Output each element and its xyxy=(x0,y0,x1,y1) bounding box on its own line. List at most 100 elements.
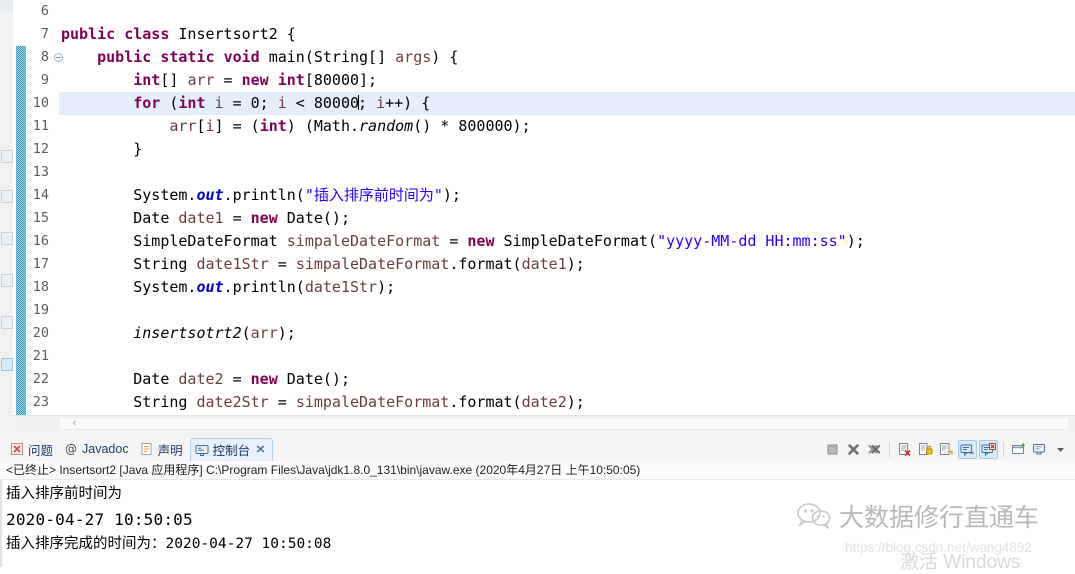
editor-hscroll-left-arrow[interactable]: ‹ xyxy=(68,417,81,430)
code-line[interactable]: public static void main(String[] args) { xyxy=(59,46,1075,69)
code-token: new xyxy=(250,209,287,227)
code-token: ++) { xyxy=(385,94,431,112)
code-token: insertsotrt2 xyxy=(133,324,242,342)
word-wrap-button[interactable] xyxy=(937,440,956,459)
code-line[interactable]: Date date1 = new Date(); xyxy=(59,207,1075,230)
code-line[interactable]: } xyxy=(59,138,1075,161)
code-token: public xyxy=(97,48,161,66)
code-line[interactable] xyxy=(59,345,1075,368)
code-line[interactable]: System.out.println(date1Str); xyxy=(59,276,1075,299)
bottom-tab-4[interactable]: 控制台 ✕ xyxy=(189,437,274,461)
code-line[interactable]: arr[i] = (int) (Math.random() * 800000); xyxy=(59,115,1075,138)
line-number: 23 xyxy=(32,394,49,410)
tab-close-icon[interactable]: ✕ xyxy=(256,443,266,456)
line-number: 13 xyxy=(32,164,49,180)
code-line[interactable]: String date1Str = simpaleDateFormat.form… xyxy=(59,253,1075,276)
left-stub-tab-1[interactable] xyxy=(1,150,13,163)
console-icon xyxy=(195,444,209,456)
display-selected-console-button[interactable] xyxy=(1030,440,1049,459)
line-number: 20 xyxy=(32,325,49,341)
code-token: "插入排序前时间为" xyxy=(304,186,443,204)
bottom-tab-3[interactable]: 声明 xyxy=(136,438,190,460)
code-token: int xyxy=(277,71,305,89)
code-token: Date xyxy=(61,209,179,227)
code-token: () * 800000); xyxy=(413,117,531,135)
console-output-area[interactable]: 插入排序前时间为 2020-04-27 10:50:05 插入排序完成的时间为：20… xyxy=(0,479,1075,567)
left-stub-top xyxy=(0,0,13,12)
code-line[interactable] xyxy=(59,161,1075,184)
bottom-tab-1[interactable]: 问题 xyxy=(6,438,60,460)
code-token: int xyxy=(259,117,287,135)
code-line[interactable]: String date2Str = simpaleDateFormat.form… xyxy=(59,391,1075,414)
pin-console-button[interactable] xyxy=(1009,440,1028,459)
code-token: Insertsort2 { xyxy=(178,25,296,43)
line-number: 7 xyxy=(40,26,49,42)
code-token: args xyxy=(395,48,432,66)
code-token: arr xyxy=(169,117,197,135)
line-number: 21 xyxy=(32,348,49,364)
code-line[interactable]: public class Insertsort2 { xyxy=(59,23,1075,46)
code-token: [80000]; xyxy=(304,71,378,89)
remove-all-terminated-button[interactable] xyxy=(865,440,884,459)
editor-hscroll-thumb[interactable] xyxy=(59,417,1069,430)
left-stub-tab-2[interactable] xyxy=(1,190,13,203)
chevron-down-icon xyxy=(1057,448,1064,452)
line-number: 22 xyxy=(32,371,49,387)
code-token: ) { xyxy=(431,48,459,66)
clear-console-button[interactable] xyxy=(895,440,914,459)
line-number: 14 xyxy=(32,187,49,203)
bottom-tab-2[interactable]: @ Javadoc xyxy=(60,438,136,460)
console-toolbar[interactable] xyxy=(822,439,1071,460)
code-token: ); xyxy=(566,255,585,273)
left-stub-tab-3[interactable] xyxy=(1,232,13,245)
code-token: = xyxy=(214,71,242,89)
left-stub-tab-6[interactable] xyxy=(1,358,13,371)
show-console-on-output-button[interactable] xyxy=(958,440,977,459)
display-console-icon xyxy=(1033,444,1045,455)
code-editor[interactable]: 6 7 8 9 10 11 12 13 14 15 16 17 18 19 20 21 22 23 public … xyxy=(13,0,1075,431)
remove-all-x-icon xyxy=(868,444,881,454)
code-token: .println( xyxy=(223,186,305,204)
code-token: arr xyxy=(187,71,215,89)
code-line-current[interactable]: for (int i = 0; i < 80000; i++) { xyxy=(59,92,1075,115)
bottom-view-tabs[interactable]: 问题 @ Javadoc 声明 控制台 ✕ xyxy=(6,437,274,461)
line-number: 18 xyxy=(32,279,49,295)
line-number: 6 xyxy=(40,3,49,19)
code-token: main xyxy=(268,48,305,66)
code-line[interactable] xyxy=(59,299,1075,322)
scroll-lock-button[interactable] xyxy=(916,440,935,459)
code-line[interactable]: int[] arr = new int[80000]; xyxy=(59,69,1075,92)
line-number-ruler: 6 7 8 9 10 11 12 13 14 15 16 17 18 19 20 21 22 23 xyxy=(13,0,53,414)
code-token: public xyxy=(61,25,125,43)
code-line[interactable]: SimpleDateFormat simpaleDateFormat = new… xyxy=(59,230,1075,253)
code-text-area[interactable]: public class Insertsort2 { public static… xyxy=(59,0,1075,416)
code-line[interactable]: System.out.println("插入排序前时间为"); xyxy=(59,184,1075,207)
console-status-line: <已终止> Insertsort2 [Java 应用程序] C:\Program… xyxy=(0,461,1075,479)
code-token: ); xyxy=(277,324,296,342)
code-token: date1Str xyxy=(196,255,269,273)
code-token: ); xyxy=(846,232,865,250)
code-token: random xyxy=(359,117,414,135)
code-token: simpaleDateFormat xyxy=(286,232,441,250)
line-number: 16 xyxy=(32,233,49,249)
left-stub-tab-4[interactable] xyxy=(1,274,13,287)
clear-console-icon xyxy=(899,443,911,457)
show-console-on-error-button[interactable] xyxy=(979,440,998,459)
line-number: 17 xyxy=(32,256,49,272)
left-stub-tab-5[interactable] xyxy=(1,316,13,329)
editor-gutter[interactable]: 6 7 8 9 10 11 12 13 14 15 16 17 18 19 20 21 22 23 xyxy=(13,0,63,416)
toolbar-separator xyxy=(889,442,890,457)
open-console-menu-button[interactable] xyxy=(1051,440,1070,459)
code-token: String xyxy=(61,255,197,273)
code-token: new xyxy=(241,71,278,89)
code-token: = xyxy=(268,393,296,411)
code-token: Date(); xyxy=(286,370,350,388)
code-line[interactable]: insertsotrt2(arr); xyxy=(59,322,1075,345)
terminate-button[interactable] xyxy=(823,440,842,459)
code-line[interactable] xyxy=(59,0,1075,23)
code-line[interactable]: Date date2 = new Date(); xyxy=(59,368,1075,391)
remove-launch-button[interactable] xyxy=(844,440,863,459)
editor-horizontal-scrollbar[interactable]: ‹ xyxy=(13,415,1075,431)
